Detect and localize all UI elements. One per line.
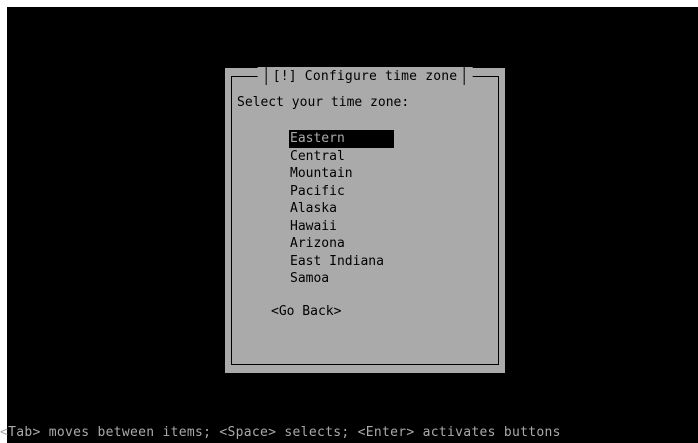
terminal-screen: [!] Configure time zone Select your time…	[7, 7, 698, 443]
title-right-tick	[463, 67, 465, 85]
timezone-option-samoa[interactable]: Samoa	[289, 270, 394, 288]
timezone-option-eastern[interactable]: Eastern	[289, 130, 394, 148]
title-left-tick	[265, 67, 267, 85]
timezone-option-alaska[interactable]: Alaska	[289, 200, 394, 218]
go-back-button[interactable]: <Go Back>	[271, 304, 341, 319]
timezone-option-hawaii[interactable]: Hawaii	[289, 218, 394, 236]
status-help-text: <Tab> moves between items; <Space> selec…	[0, 425, 561, 440]
timezone-option-pacific[interactable]: Pacific	[289, 183, 394, 201]
timezone-option-central[interactable]: Central	[289, 148, 394, 166]
dialog-title: [!] Configure time zone	[272, 68, 458, 84]
dialog-title-bar: [!] Configure time zone	[257, 67, 473, 85]
timezone-option-arizona[interactable]: Arizona	[289, 235, 394, 253]
timezone-list[interactable]: Eastern Central Mountain Pacific Alaska …	[289, 130, 394, 288]
timezone-dialog: [!] Configure time zone Select your time…	[225, 67, 505, 373]
dialog-prompt: Select your time zone:	[237, 95, 410, 110]
timezone-option-mountain[interactable]: Mountain	[289, 165, 394, 183]
timezone-option-east-indiana[interactable]: East Indiana	[289, 253, 394, 271]
